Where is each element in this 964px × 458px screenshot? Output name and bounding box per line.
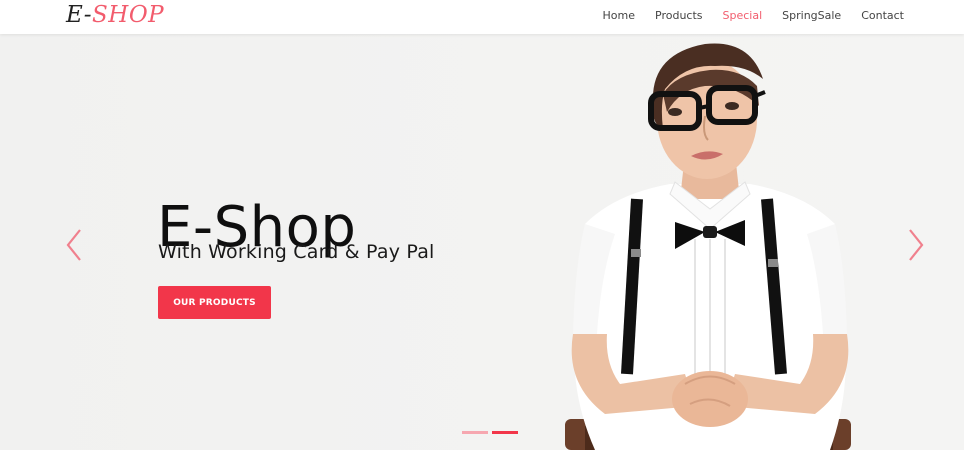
nav-item-products[interactable]: Products — [655, 9, 703, 22]
hero-carousel: E-Shop With Working Card & Pay Pal OUR P… — [0, 34, 964, 450]
hero-subtitle: With Working Card & Pay Pal — [158, 241, 435, 263]
carousel-next-button[interactable] — [904, 226, 928, 264]
nav-item-contact[interactable]: Contact — [861, 9, 904, 22]
nav-item-special[interactable]: Special — [723, 9, 763, 22]
site-logo[interactable]: E-SHOP — [66, 2, 164, 28]
carousel-indicator-1[interactable] — [462, 431, 488, 434]
hero-model-image — [565, 43, 851, 450]
site-header: E-SHOP Home Products Special SpringSale … — [0, 0, 964, 34]
logo-word-shop: SHOP — [92, 2, 165, 28]
logo-letter-e: E — [66, 2, 84, 28]
page: E-SHOP Home Products Special SpringSale … — [0, 0, 964, 458]
nav-item-springsale[interactable]: SpringSale — [782, 9, 841, 22]
nav-item-home[interactable]: Home — [603, 9, 635, 22]
chevron-right-icon — [909, 229, 924, 261]
chevron-left-icon — [66, 229, 81, 261]
carousel-indicator-2[interactable] — [492, 431, 518, 434]
logo-dash: - — [83, 2, 92, 28]
carousel-indicators — [462, 431, 518, 434]
our-products-button[interactable]: OUR PRODUCTS — [158, 286, 271, 319]
carousel-prev-button[interactable] — [62, 226, 86, 264]
main-nav: Home Products Special SpringSale Contact — [603, 0, 904, 30]
